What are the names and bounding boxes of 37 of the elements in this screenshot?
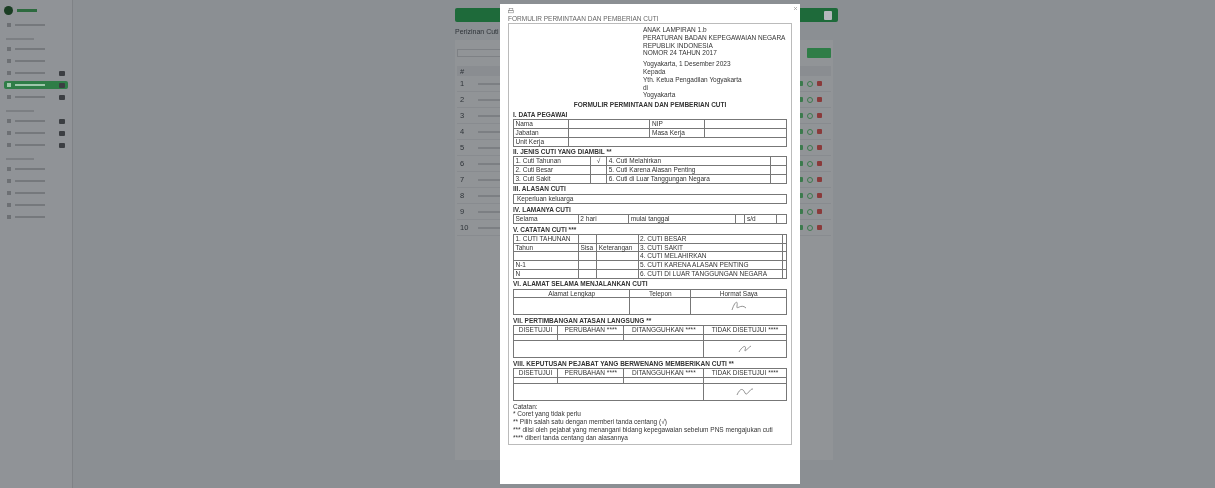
sidebar-item[interactable] [4,69,68,77]
sidebar-item[interactable] [4,81,68,89]
delete-icon[interactable] [817,160,822,166]
table-cell [596,269,639,279]
table-cell [735,214,745,224]
delete-icon[interactable] [817,224,822,230]
close-icon[interactable] [793,6,798,11]
table-cell [596,251,639,261]
delete-icon[interactable] [817,144,822,150]
table-cell [578,251,597,261]
avatar-icon[interactable] [824,10,832,20]
sidebar-item[interactable] [4,141,68,149]
delete-icon[interactable] [817,192,822,198]
delete-icon[interactable] [817,176,822,182]
logo-icon [4,6,13,15]
delete-icon[interactable] [817,208,822,214]
table-cell [578,260,597,270]
table-cell [578,269,597,279]
table-cell [578,234,597,244]
brand-placeholder [17,9,37,12]
delete-icon[interactable] [817,112,822,118]
table-cell [513,251,579,261]
printer-icon[interactable] [508,8,514,14]
sidebar-item[interactable] [4,117,68,125]
checkbox-cell[interactable] [770,174,787,184]
sidebar-item[interactable] [4,129,68,137]
checkbox-cell[interactable] [770,156,787,166]
table-cell [596,234,639,244]
delete-icon[interactable] [817,128,822,134]
table-cell [596,260,639,270]
delete-icon[interactable] [817,80,822,86]
checkbox-cell[interactable] [590,165,607,175]
checkbox-cell[interactable] [770,165,787,175]
delete-icon[interactable] [817,96,822,102]
checkbox-cell[interactable] [590,174,607,184]
sidebar-item[interactable] [4,93,68,101]
table-cell [776,214,787,224]
